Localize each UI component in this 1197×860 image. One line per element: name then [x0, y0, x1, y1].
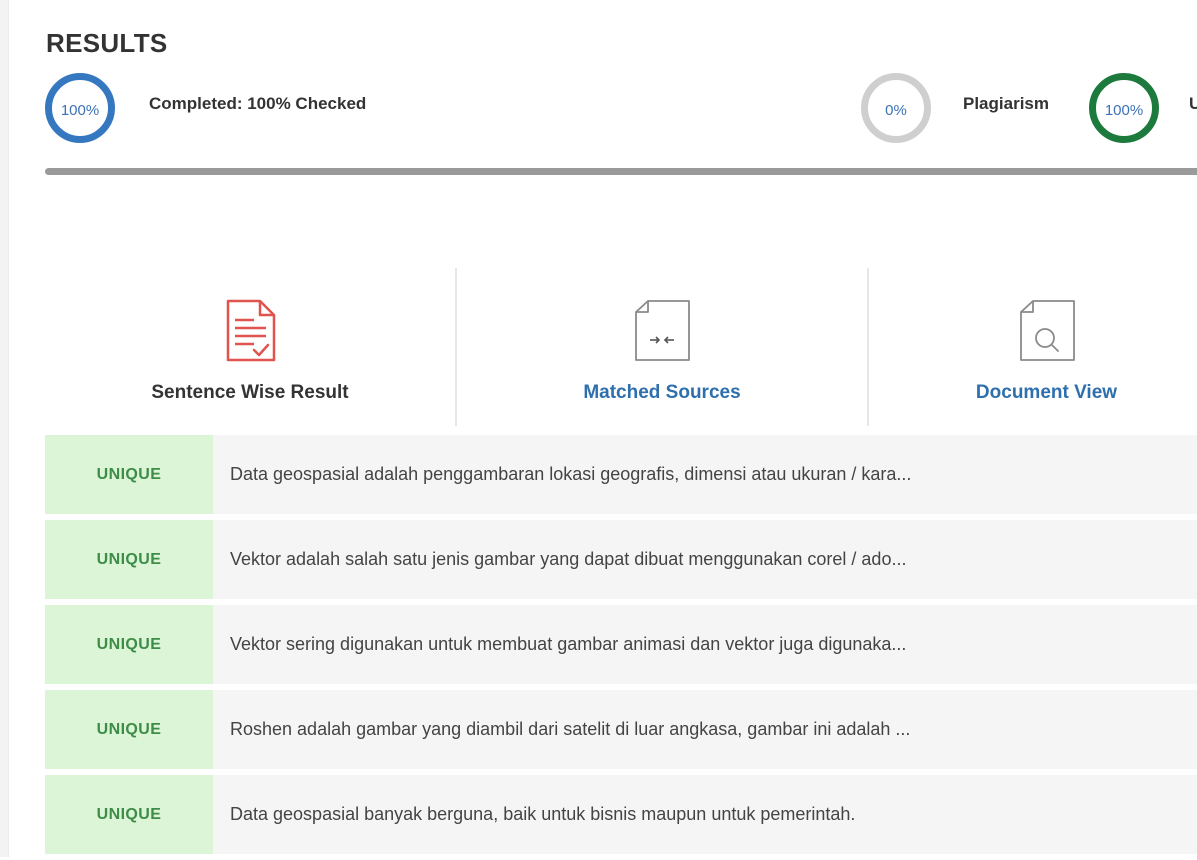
list-item[interactable]: UNIQUE Vektor adalah salah satu jenis ga… [45, 520, 1197, 599]
completed-percent-circle: 100% [45, 73, 115, 143]
unique-label: U [1189, 94, 1197, 113]
completed-label: Completed: 100% Checked [149, 94, 367, 113]
status-badge: UNIQUE [45, 605, 213, 684]
plagiarism-label: Plagiarism [963, 94, 1049, 113]
tab-sentence-wise-result-label: Sentence Wise Result [151, 382, 349, 403]
unique-percent-circle: 100% [1089, 73, 1159, 143]
tab-document-view-label: Document View [975, 382, 1118, 403]
sentence-text: Vektor sering digunakan untuk membuat ga… [230, 634, 907, 654]
list-item[interactable]: UNIQUE Data geospasial banyak berguna, b… [45, 775, 1197, 854]
tab-sentence-wise-result[interactable]: Sentence Wise Result [45, 268, 455, 426]
status-badge: UNIQUE [45, 690, 213, 769]
list-item[interactable]: UNIQUE Vektor sering digunakan untuk mem… [45, 605, 1197, 684]
document-compare-icon [635, 300, 690, 361]
plagiarism-percent-value: 0% [885, 101, 907, 119]
sentence-text: Data geospasial banyak berguna, baik unt… [230, 804, 856, 824]
completed-percent-value: 100% [60, 101, 100, 119]
sentence-result-list: UNIQUE Data geospasial adalah penggambar… [45, 435, 1197, 860]
status-badge: UNIQUE [45, 435, 213, 514]
plagiarism-percent-circle: 0% [861, 73, 931, 143]
tab-matched-sources-label: Matched Sources [583, 382, 741, 403]
status-badge: UNIQUE [45, 775, 213, 854]
list-item[interactable]: UNIQUE Roshen adalah gambar yang diambil… [45, 690, 1197, 769]
document-search-icon [1019, 300, 1075, 361]
document-check-icon [226, 299, 276, 362]
page-title: RESULTS [46, 28, 168, 58]
unique-percent-value: 100% [1104, 101, 1144, 119]
status-badge: UNIQUE [45, 520, 213, 599]
sentence-text: Roshen adalah gambar yang diambil dari s… [230, 719, 911, 739]
list-item[interactable]: UNIQUE Data geospasial adalah penggambar… [45, 435, 1197, 514]
left-panel-edge [0, 0, 9, 857]
progress-bar [45, 168, 1197, 175]
tab-document-view[interactable]: Document View [869, 268, 1197, 426]
sentence-text: Vektor adalah salah satu jenis gambar ya… [230, 549, 907, 569]
sentence-text: Data geospasial adalah penggambaran loka… [230, 464, 912, 484]
tab-matched-sources[interactable]: Matched Sources [457, 268, 867, 426]
